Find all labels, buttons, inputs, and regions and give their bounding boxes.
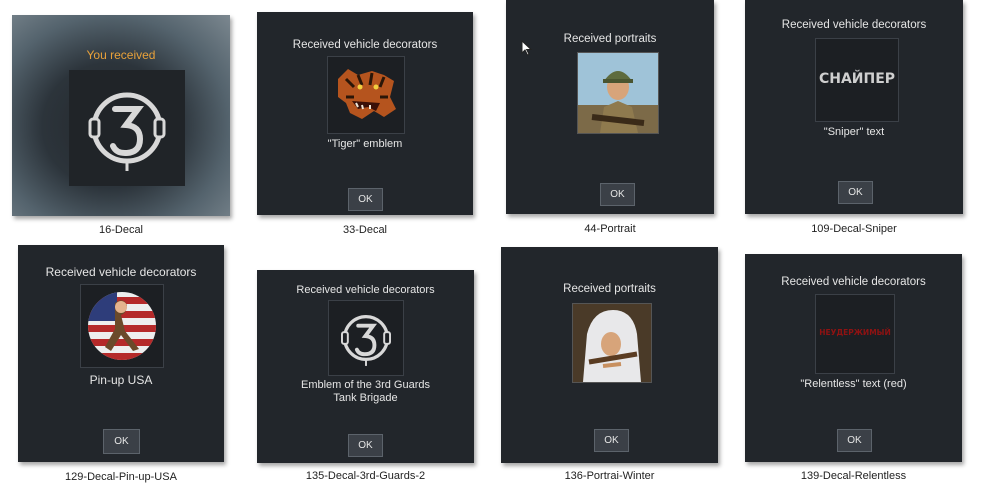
thumbnail-16-decal[interactable]: You received 16-Decal <box>12 15 230 236</box>
thumbnail-caption: 33-Decal <box>342 224 388 236</box>
relentless-decal-text: НЕУДЕРЖИМЫЙ <box>819 328 891 337</box>
thumbnail-caption: 44-Portrait <box>584 223 636 235</box>
thumbnail-33-decal[interactable]: Received vehicle decorators "Tiger" embl… <box>257 12 473 236</box>
dialog-title: Received vehicle decorators <box>292 39 438 51</box>
ok-button[interactable]: OK <box>600 183 635 206</box>
portrait-frame <box>577 52 659 134</box>
thumbnail-image: Received vehicle decorators Emblem of th… <box>257 270 474 463</box>
decorator-description: "Tiger" emblem <box>327 138 403 150</box>
dialog-title: Received vehicle decorators <box>781 19 927 31</box>
thumbnail-image: You received <box>12 15 230 216</box>
thumbnail-image: Received portraits OK <box>501 247 718 463</box>
thumbnail-image: Received vehicle decorators СНАЙПЕР "Sni… <box>745 0 963 214</box>
thumbnail-135-decal-3rd-guards-2[interactable]: Received vehicle decorators Emblem of th… <box>257 270 474 482</box>
soldier-portrait-icon <box>578 53 658 133</box>
sniper-decal-text: СНАЙПЕР <box>818 71 896 87</box>
ok-button[interactable]: OK <box>103 429 140 454</box>
winter-portrait-icon <box>573 304 651 382</box>
thumbnail-caption: 135-Decal-3rd-Guards-2 <box>305 470 426 482</box>
thumbnail-caption: 136-Portrai-Winter <box>564 470 655 482</box>
dialog-title: Received portraits <box>563 283 656 295</box>
pinup-usa-icon <box>88 292 156 360</box>
ok-button[interactable]: OK <box>348 188 383 211</box>
thumbnail-image: Received portraits OK <box>506 0 714 214</box>
dialog-title: Received vehicle decorators <box>45 265 197 279</box>
ok-button[interactable]: OK <box>837 429 872 452</box>
thumbnail-139-decal-relentless[interactable]: Received vehicle decorators НЕУДЕРЖИМЫЙ … <box>745 254 962 482</box>
decorator-description: Pin-up USA <box>89 373 153 387</box>
decorator-description: "Sniper" text <box>823 126 885 138</box>
emblem-frame <box>327 56 405 134</box>
thumbnail-caption: 129-Decal-Pin-up-USA <box>65 471 177 483</box>
thumbnail-image: Received vehicle decorators Pin-up USA O… <box>18 245 224 462</box>
emblem-frame <box>328 300 404 376</box>
emblem-frame: НЕУДЕРЖИМЫЙ <box>815 294 895 374</box>
thumbnail-136-portrai-winter[interactable]: Received portraits OK 136-Portrai-Winter <box>501 247 718 482</box>
ok-button[interactable]: OK <box>594 429 629 452</box>
thumbnail-caption: 139-Decal-Relentless <box>800 470 907 482</box>
dialog-title: Received vehicle decorators <box>781 276 926 288</box>
emblem-frame <box>80 284 164 368</box>
portrait-frame <box>572 303 652 383</box>
thumbnail-44-portrait[interactable]: Received portraits OK 44-Portrait <box>506 0 714 235</box>
decorator-description: Emblem of the 3rd Guards Tank Brigade <box>300 379 430 404</box>
guards-3-emblem-icon <box>88 92 166 171</box>
dialog-title: Received vehicle decorators <box>296 284 435 296</box>
thumbnail-image: Received vehicle decorators НЕУДЕРЖИМЫЙ … <box>745 254 962 462</box>
tiger-emblem-icon <box>338 69 396 119</box>
dialog-title: Received portraits <box>563 33 657 45</box>
thumbnail-129-decal-pin-up-usa[interactable]: Received vehicle decorators Pin-up USA O… <box>18 245 224 483</box>
mouse-cursor-icon <box>521 40 533 56</box>
thumbnail-caption: 16-Decal <box>98 224 144 236</box>
ok-button[interactable]: OK <box>348 434 383 457</box>
ok-button[interactable]: OK <box>838 181 873 204</box>
thumbnail-image: Received vehicle decorators "Tiger" embl… <box>257 12 473 215</box>
decorator-description: "Relentless" text (red) <box>800 378 907 390</box>
thumbnail-caption: 109-Decal-Sniper <box>811 223 897 235</box>
emblem-frame: СНАЙПЕР <box>815 38 899 122</box>
dialog-title: You received <box>86 48 156 62</box>
guards-3-emblem-icon <box>341 314 391 366</box>
thumbnail-109-decal-sniper[interactable]: Received vehicle decorators СНАЙПЕР "Sni… <box>745 0 963 235</box>
emblem-frame <box>69 70 185 186</box>
